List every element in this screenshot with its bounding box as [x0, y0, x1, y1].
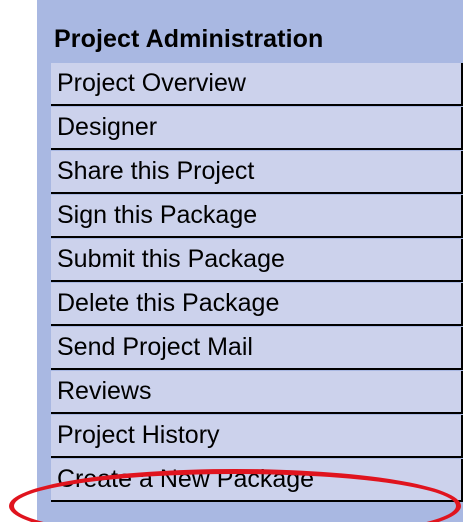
project-admin-menu: Project Overview Designer Share this Pro… [51, 63, 463, 503]
menu-item-create-new-package[interactable]: Create a New Package [51, 459, 463, 502]
menu-item-delete-package[interactable]: Delete this Package [51, 283, 463, 326]
menu-item-sign-package[interactable]: Sign this Package [51, 195, 463, 238]
menu-item-submit-package[interactable]: Submit this Package [51, 239, 463, 282]
panel-title: Project Administration [54, 25, 324, 53]
menu-item-send-project-mail[interactable]: Send Project Mail [51, 327, 463, 370]
menu-item-project-history[interactable]: Project History [51, 415, 463, 458]
menu-item-reviews[interactable]: Reviews [51, 371, 463, 414]
screenshot-stage: Project Administration Project Overview … [0, 0, 463, 522]
menu-item-designer[interactable]: Designer [51, 107, 463, 150]
menu-item-share-project[interactable]: Share this Project [51, 151, 463, 194]
menu-item-project-overview[interactable]: Project Overview [51, 63, 463, 106]
